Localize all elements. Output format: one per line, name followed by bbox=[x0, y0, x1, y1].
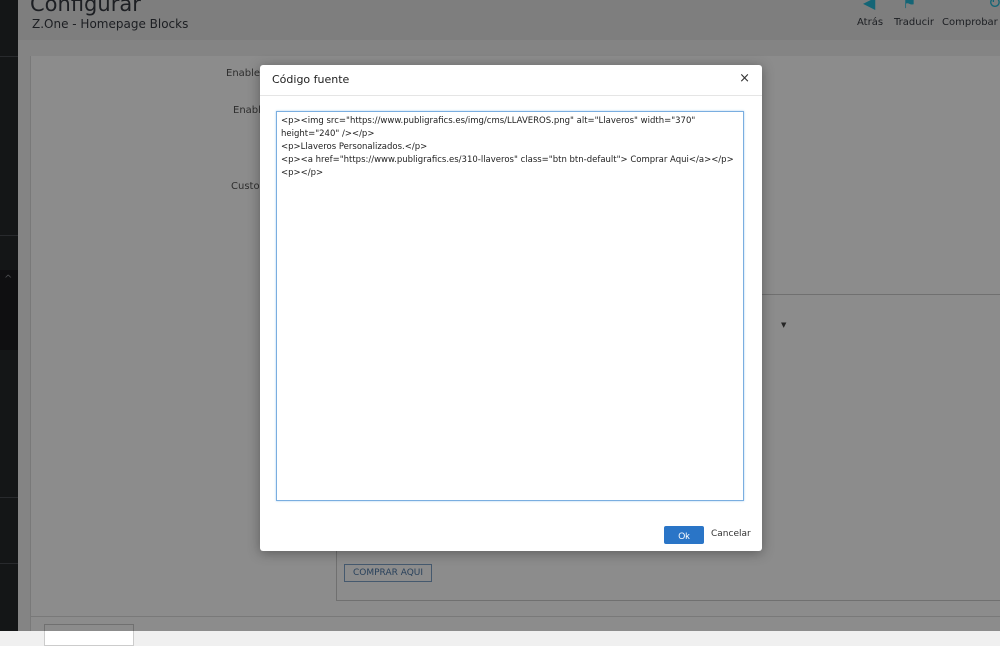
cancel-button[interactable]: Cancelar bbox=[711, 529, 751, 539]
source-code-dialog: Código fuente × <p><img src="https://www… bbox=[260, 65, 762, 551]
source-code-textarea[interactable]: <p><img src="https://www.publigrafics.es… bbox=[276, 111, 744, 501]
dialog-title: Código fuente bbox=[272, 73, 350, 86]
dialog-header: Código fuente × bbox=[260, 65, 762, 96]
close-icon[interactable]: × bbox=[739, 71, 750, 86]
ok-button[interactable]: Ok bbox=[664, 526, 704, 544]
